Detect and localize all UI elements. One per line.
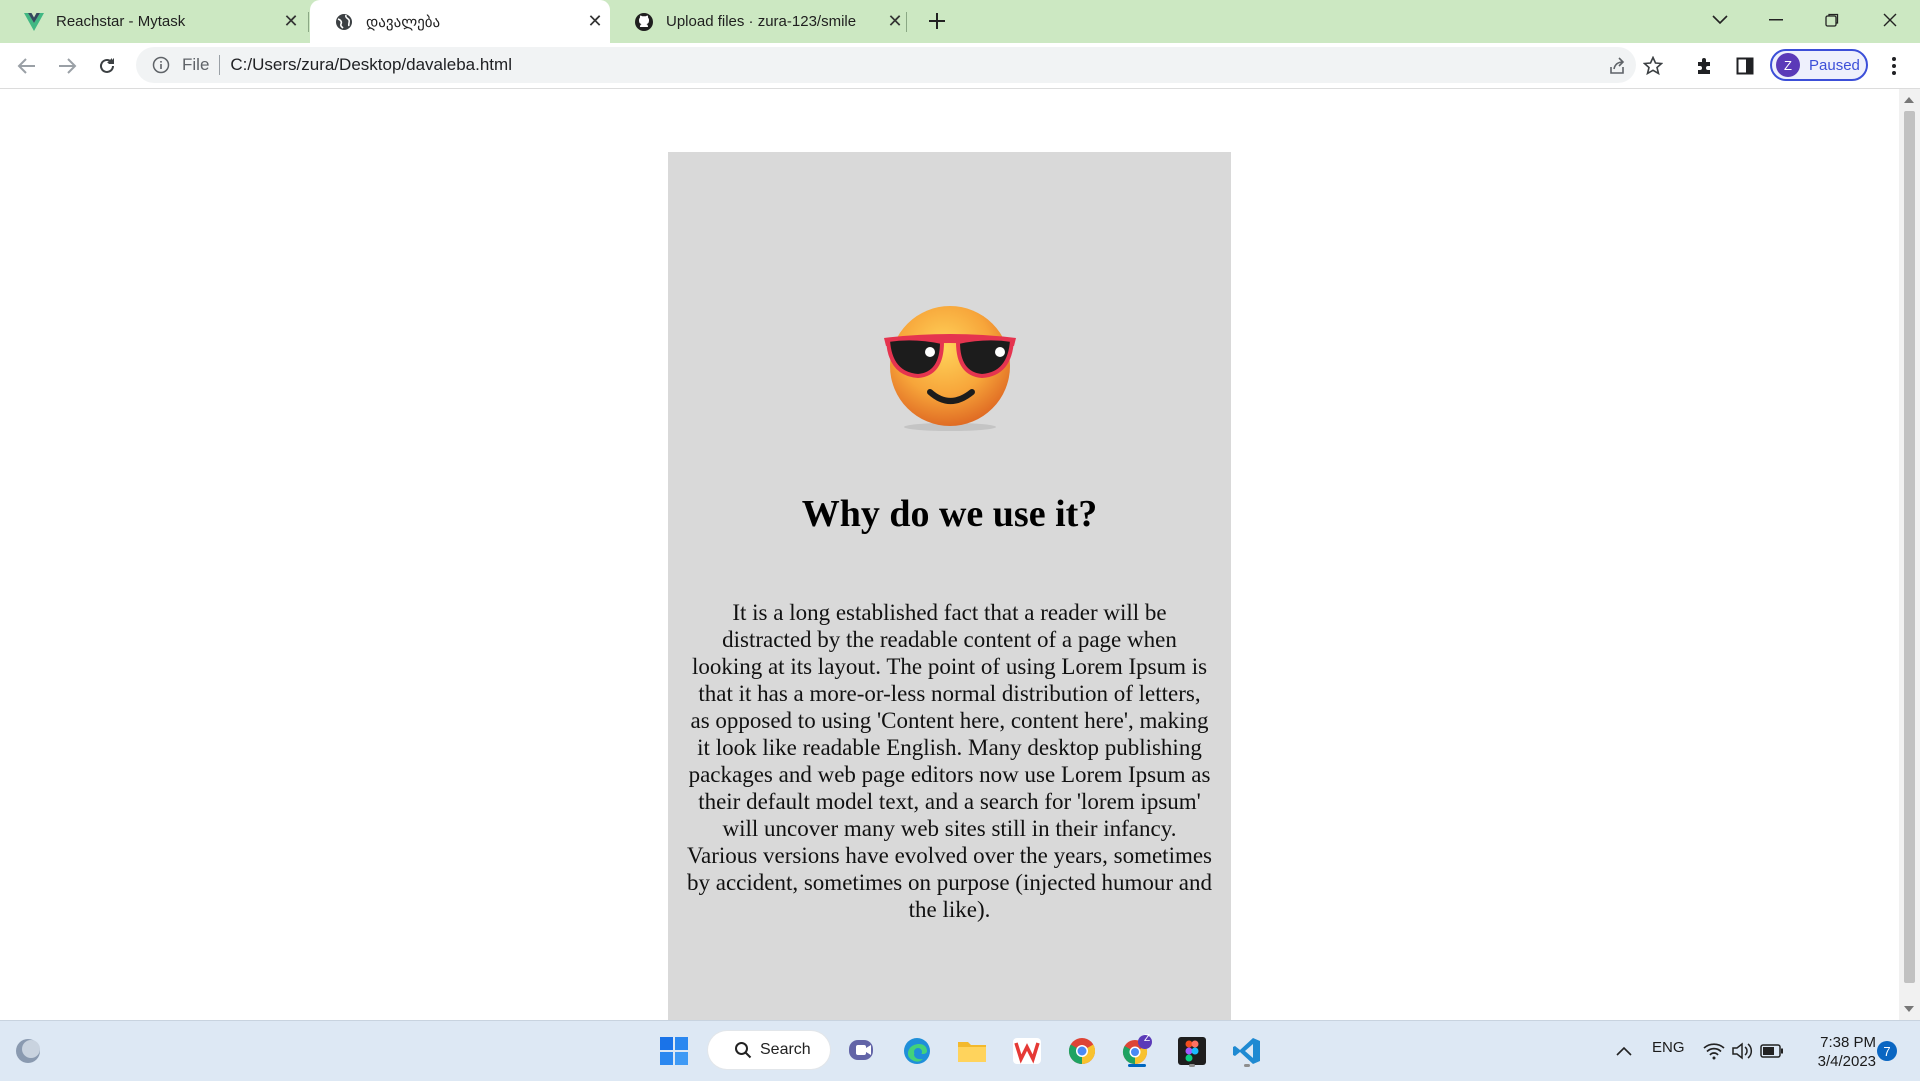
new-tab-button[interactable]	[920, 4, 954, 38]
chrome-profile-icon[interactable]: Z	[1117, 1031, 1157, 1071]
tab-search-button[interactable]	[1692, 0, 1748, 40]
side-panel-icon	[1736, 57, 1754, 75]
tab-separator	[906, 12, 907, 32]
arrow-right-icon	[59, 58, 77, 74]
system-clock[interactable]: 7:38 PM 3/4/2023	[1796, 1033, 1876, 1071]
chevron-down-icon	[1712, 15, 1728, 25]
reload-button[interactable]	[90, 49, 124, 83]
tab-title: Reachstar - Mytask	[56, 13, 186, 30]
notification-badge[interactable]: 7	[1877, 1041, 1897, 1061]
back-button[interactable]	[10, 49, 44, 83]
battery-icon[interactable]	[1752, 1031, 1792, 1071]
plus-icon	[929, 13, 945, 29]
scheme-label: File	[182, 55, 210, 74]
search-icon	[735, 1042, 752, 1059]
scroll-up-arrow-icon[interactable]	[1904, 97, 1914, 103]
content-card: Why do we use it? It is a long establish…	[668, 152, 1231, 1020]
windows-logo-icon	[660, 1037, 688, 1065]
forward-button[interactable]	[50, 49, 84, 83]
language-indicator[interactable]: ENG	[1652, 1039, 1685, 1056]
search-label: Search	[760, 1041, 811, 1058]
profile-status: Paused	[1809, 56, 1860, 74]
github-icon	[634, 12, 654, 32]
minimize-button[interactable]	[1748, 0, 1804, 40]
taskbar-search[interactable]: Search	[708, 1031, 830, 1069]
tab-separator	[308, 12, 309, 32]
tab-upload-files[interactable]: Upload files · zura-123/smile ✕	[610, 0, 910, 43]
globe-icon	[334, 12, 354, 32]
page-viewport: Why do we use it? It is a long establish…	[0, 89, 1899, 1020]
tab-reachstar[interactable]: Reachstar - Mytask ✕	[0, 0, 306, 43]
bookmark-star-icon[interactable]	[1640, 53, 1666, 79]
tab-davaleba[interactable]: დავალება ✕	[310, 0, 610, 43]
weather-widget-icon[interactable]	[8, 1031, 48, 1071]
avatar: Z	[1776, 53, 1800, 77]
body-paragraph: It is a long established fact that a rea…	[686, 600, 1213, 922]
scroll-thumb[interactable]	[1904, 111, 1915, 983]
chrome-profile-badge: Z	[1144, 1033, 1151, 1044]
info-icon[interactable]	[150, 54, 172, 76]
vscode-icon[interactable]	[1227, 1031, 1267, 1071]
tab-title: Upload files · zura-123/smile	[666, 13, 857, 30]
chrome-icon[interactable]	[1062, 1031, 1102, 1071]
close-icon	[1883, 13, 1897, 27]
profile-button[interactable]: Z Paused	[1770, 49, 1868, 81]
scroll-down-arrow-icon[interactable]	[1904, 1006, 1914, 1012]
vue-logo-icon	[24, 12, 44, 32]
page-scrollbar[interactable]	[1899, 89, 1920, 1020]
restore-icon	[1825, 13, 1839, 27]
restore-button[interactable]	[1804, 0, 1860, 40]
tab-title: დავალება	[366, 13, 441, 31]
address-bar[interactable]: File C:/Users/zura/Desktop/davaleba.html	[136, 47, 1663, 83]
clock-date: 3/4/2023	[1817, 1053, 1876, 1070]
close-icon[interactable]: ✕	[276, 11, 306, 32]
divider	[219, 55, 221, 75]
teams-chat-icon[interactable]	[842, 1031, 882, 1071]
start-button[interactable]	[654, 1031, 694, 1071]
kebab-menu-icon	[1892, 57, 1896, 75]
running-indicator	[1244, 1064, 1250, 1067]
reload-icon	[100, 58, 114, 73]
arrow-left-icon	[17, 58, 35, 74]
browser-menu-button[interactable]	[1884, 53, 1904, 79]
tab-strip: Reachstar - Mytask ✕ დავალება ✕ Upload f…	[0, 0, 1920, 43]
file-explorer-icon[interactable]	[952, 1031, 992, 1071]
close-window-button[interactable]	[1862, 0, 1918, 40]
url-text[interactable]: C:/Users/zura/Desktop/davaleba.html	[230, 55, 512, 75]
edge-browser-icon[interactable]	[897, 1031, 937, 1071]
running-indicator	[1189, 1064, 1195, 1067]
windows-taskbar: Search Z ENG 7:38 PM 3/4/2023 7	[0, 1020, 1920, 1081]
active-indicator	[1128, 1064, 1146, 1067]
wps-office-icon[interactable]	[1007, 1031, 1047, 1071]
extensions-button[interactable]	[1688, 49, 1722, 83]
browser-toolbar: File C:/Users/zura/Desktop/davaleba.html…	[0, 43, 1920, 89]
minimize-icon	[1769, 19, 1783, 21]
page-heading: Why do we use it?	[801, 493, 1098, 535]
sunglasses-emoji-image	[880, 302, 1020, 432]
figma-icon[interactable]	[1172, 1031, 1212, 1071]
chevron-up-icon[interactable]	[1604, 1031, 1644, 1071]
side-panel-button[interactable]	[1728, 49, 1762, 83]
clock-time: 7:38 PM	[1820, 1034, 1876, 1051]
share-icon[interactable]	[1604, 53, 1630, 79]
puzzle-icon	[1698, 58, 1710, 74]
close-icon[interactable]: ✕	[580, 11, 610, 32]
